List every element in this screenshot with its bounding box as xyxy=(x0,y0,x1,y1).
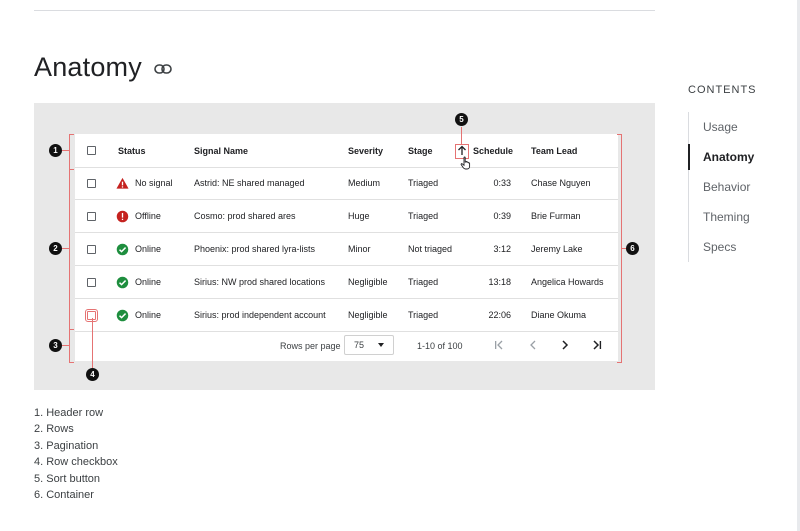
row-checkbox[interactable] xyxy=(87,277,96,287)
column-header-status: Status xyxy=(118,145,146,156)
check-circle-icon xyxy=(116,276,129,288)
pagination-bracket xyxy=(69,329,74,363)
legend-item: 3. Pagination xyxy=(34,439,99,452)
severity: Minor xyxy=(348,244,371,254)
stage: Not triaged xyxy=(408,244,453,254)
signal-name: Phoenix: prod shared lyra-lists xyxy=(194,244,316,254)
team-lead: Angelica Howards xyxy=(531,277,604,287)
marker-5: 5 xyxy=(455,113,468,126)
last-page-icon[interactable] xyxy=(590,338,604,352)
legend-item: 5. Sort button xyxy=(34,472,101,485)
column-header-schedule: Schedule xyxy=(473,145,514,156)
team-lead: Chase Nguyen xyxy=(531,178,591,188)
table-row[interactable]: No signal Astrid: NE shared managed Medi… xyxy=(75,167,618,200)
toc-nav: Usage Anatomy Behavior Theming Specs xyxy=(688,112,789,262)
table-row[interactable]: Online Sirius: NW prod shared locations … xyxy=(75,266,618,299)
row-checkbox[interactable] xyxy=(87,244,96,254)
pagination: Rows per page 75 1-10 of 100 xyxy=(75,330,618,361)
anatomy-figure: Status Signal Name Severity Stage Schedu… xyxy=(34,103,655,390)
annotation-line xyxy=(92,318,93,368)
stage: Triaged xyxy=(408,310,439,320)
severity: Huge xyxy=(348,211,370,221)
header-checkbox-cell xyxy=(87,134,96,167)
legend-item: 6. Container xyxy=(34,489,94,502)
legend-item: 4. Row checkbox xyxy=(34,456,118,469)
schedule: 3:12 xyxy=(493,244,511,254)
link-icon[interactable] xyxy=(154,63,172,75)
schedule: 0:33 xyxy=(493,178,511,188)
schedule: 0:39 xyxy=(493,211,511,221)
table-row[interactable]: Offline Cosmo: prod shared ares Huge Tri… xyxy=(75,200,618,233)
toc-item-specs[interactable]: Specs xyxy=(689,232,789,262)
team-lead: Jeremy Lake xyxy=(531,244,583,254)
status-text: No signal xyxy=(135,178,173,188)
marker-2: 2 xyxy=(49,242,62,255)
table-row[interactable]: Online Sirius: prod independent account … xyxy=(75,299,618,332)
table-header-row: Status Signal Name Severity Stage Schedu… xyxy=(75,134,618,168)
previous-page-icon[interactable] xyxy=(526,338,540,352)
signal-name: Sirius: NW prod shared locations xyxy=(194,277,326,287)
toc-heading: CONTENTS xyxy=(688,84,757,96)
signal-name: Sirius: prod independent account xyxy=(194,310,326,320)
severity: Medium xyxy=(348,178,381,188)
anatomy-legend: 1. Header row 2. Rows 3. Pagination 4. R… xyxy=(34,405,118,503)
error-icon xyxy=(116,210,129,222)
table-row[interactable]: Online Phoenix: prod shared lyra-lists M… xyxy=(75,233,618,266)
rows-per-page-select[interactable]: 75 xyxy=(344,335,394,355)
toc-item-theming[interactable]: Theming xyxy=(689,202,789,232)
row-checkbox[interactable] xyxy=(87,211,96,221)
rows-per-page-value: 75 xyxy=(354,340,365,350)
stage: Triaged xyxy=(408,211,439,221)
status-text: Online xyxy=(135,277,162,287)
schedule: 22:06 xyxy=(488,310,511,320)
legend-item: 2. Rows xyxy=(34,423,74,436)
annotation-line xyxy=(62,345,69,346)
status-text: Online xyxy=(135,244,162,254)
page-range: 1-10 of 100 xyxy=(417,340,463,351)
stage: Triaged xyxy=(408,178,439,188)
team-lead: Diane Okuma xyxy=(531,310,587,320)
column-header-signal: Signal Name xyxy=(194,145,249,156)
toc-item-usage[interactable]: Usage xyxy=(689,112,789,142)
team-lead: Brie Furman xyxy=(531,211,581,221)
signal-name: Astrid: NE shared managed xyxy=(194,178,305,188)
next-page-icon[interactable] xyxy=(558,338,572,352)
check-circle-icon xyxy=(116,309,129,321)
toc-item-behavior[interactable]: Behavior xyxy=(689,172,789,202)
column-header-stage: Stage xyxy=(408,145,433,156)
marker-1: 1 xyxy=(49,144,62,157)
severity: Negligible xyxy=(348,310,388,320)
data-table: Status Signal Name Severity Stage Schedu… xyxy=(75,134,618,361)
marker-3: 3 xyxy=(49,339,62,352)
top-divider xyxy=(34,10,655,11)
column-header-severity: Severity xyxy=(348,145,384,156)
marker-6: 6 xyxy=(626,242,639,255)
check-circle-icon xyxy=(116,243,129,255)
rows-per-page-label: Rows per page xyxy=(280,340,341,351)
annotation-line xyxy=(621,248,626,249)
severity: Negligible xyxy=(348,277,388,287)
caret-down-icon xyxy=(378,343,384,347)
schedule: 13:18 xyxy=(488,277,511,287)
rows-bracket xyxy=(69,169,74,330)
status-text: Online xyxy=(135,310,162,320)
page-title: Anatomy xyxy=(34,52,142,82)
status-text: Offline xyxy=(135,211,161,221)
signal-name: Cosmo: prod shared ares xyxy=(194,211,296,221)
column-header-lead: Team Lead xyxy=(531,145,578,156)
legend-item: 1. Header row xyxy=(34,407,104,419)
toc-item-anatomy[interactable]: Anatomy xyxy=(688,142,789,172)
row-checkbox[interactable] xyxy=(87,178,96,188)
annotation-line xyxy=(461,127,462,144)
annotation-line xyxy=(62,248,69,249)
select-all-checkbox[interactable] xyxy=(87,146,96,155)
stage: Triaged xyxy=(408,277,439,287)
header-row-bracket xyxy=(69,134,74,170)
sort-arrow-up-icon[interactable] xyxy=(457,145,467,156)
hand-cursor-icon xyxy=(460,156,471,170)
first-page-icon[interactable] xyxy=(492,338,506,352)
annotation-line xyxy=(62,150,69,151)
warning-icon xyxy=(116,177,129,189)
marker-4: 4 xyxy=(86,368,99,381)
